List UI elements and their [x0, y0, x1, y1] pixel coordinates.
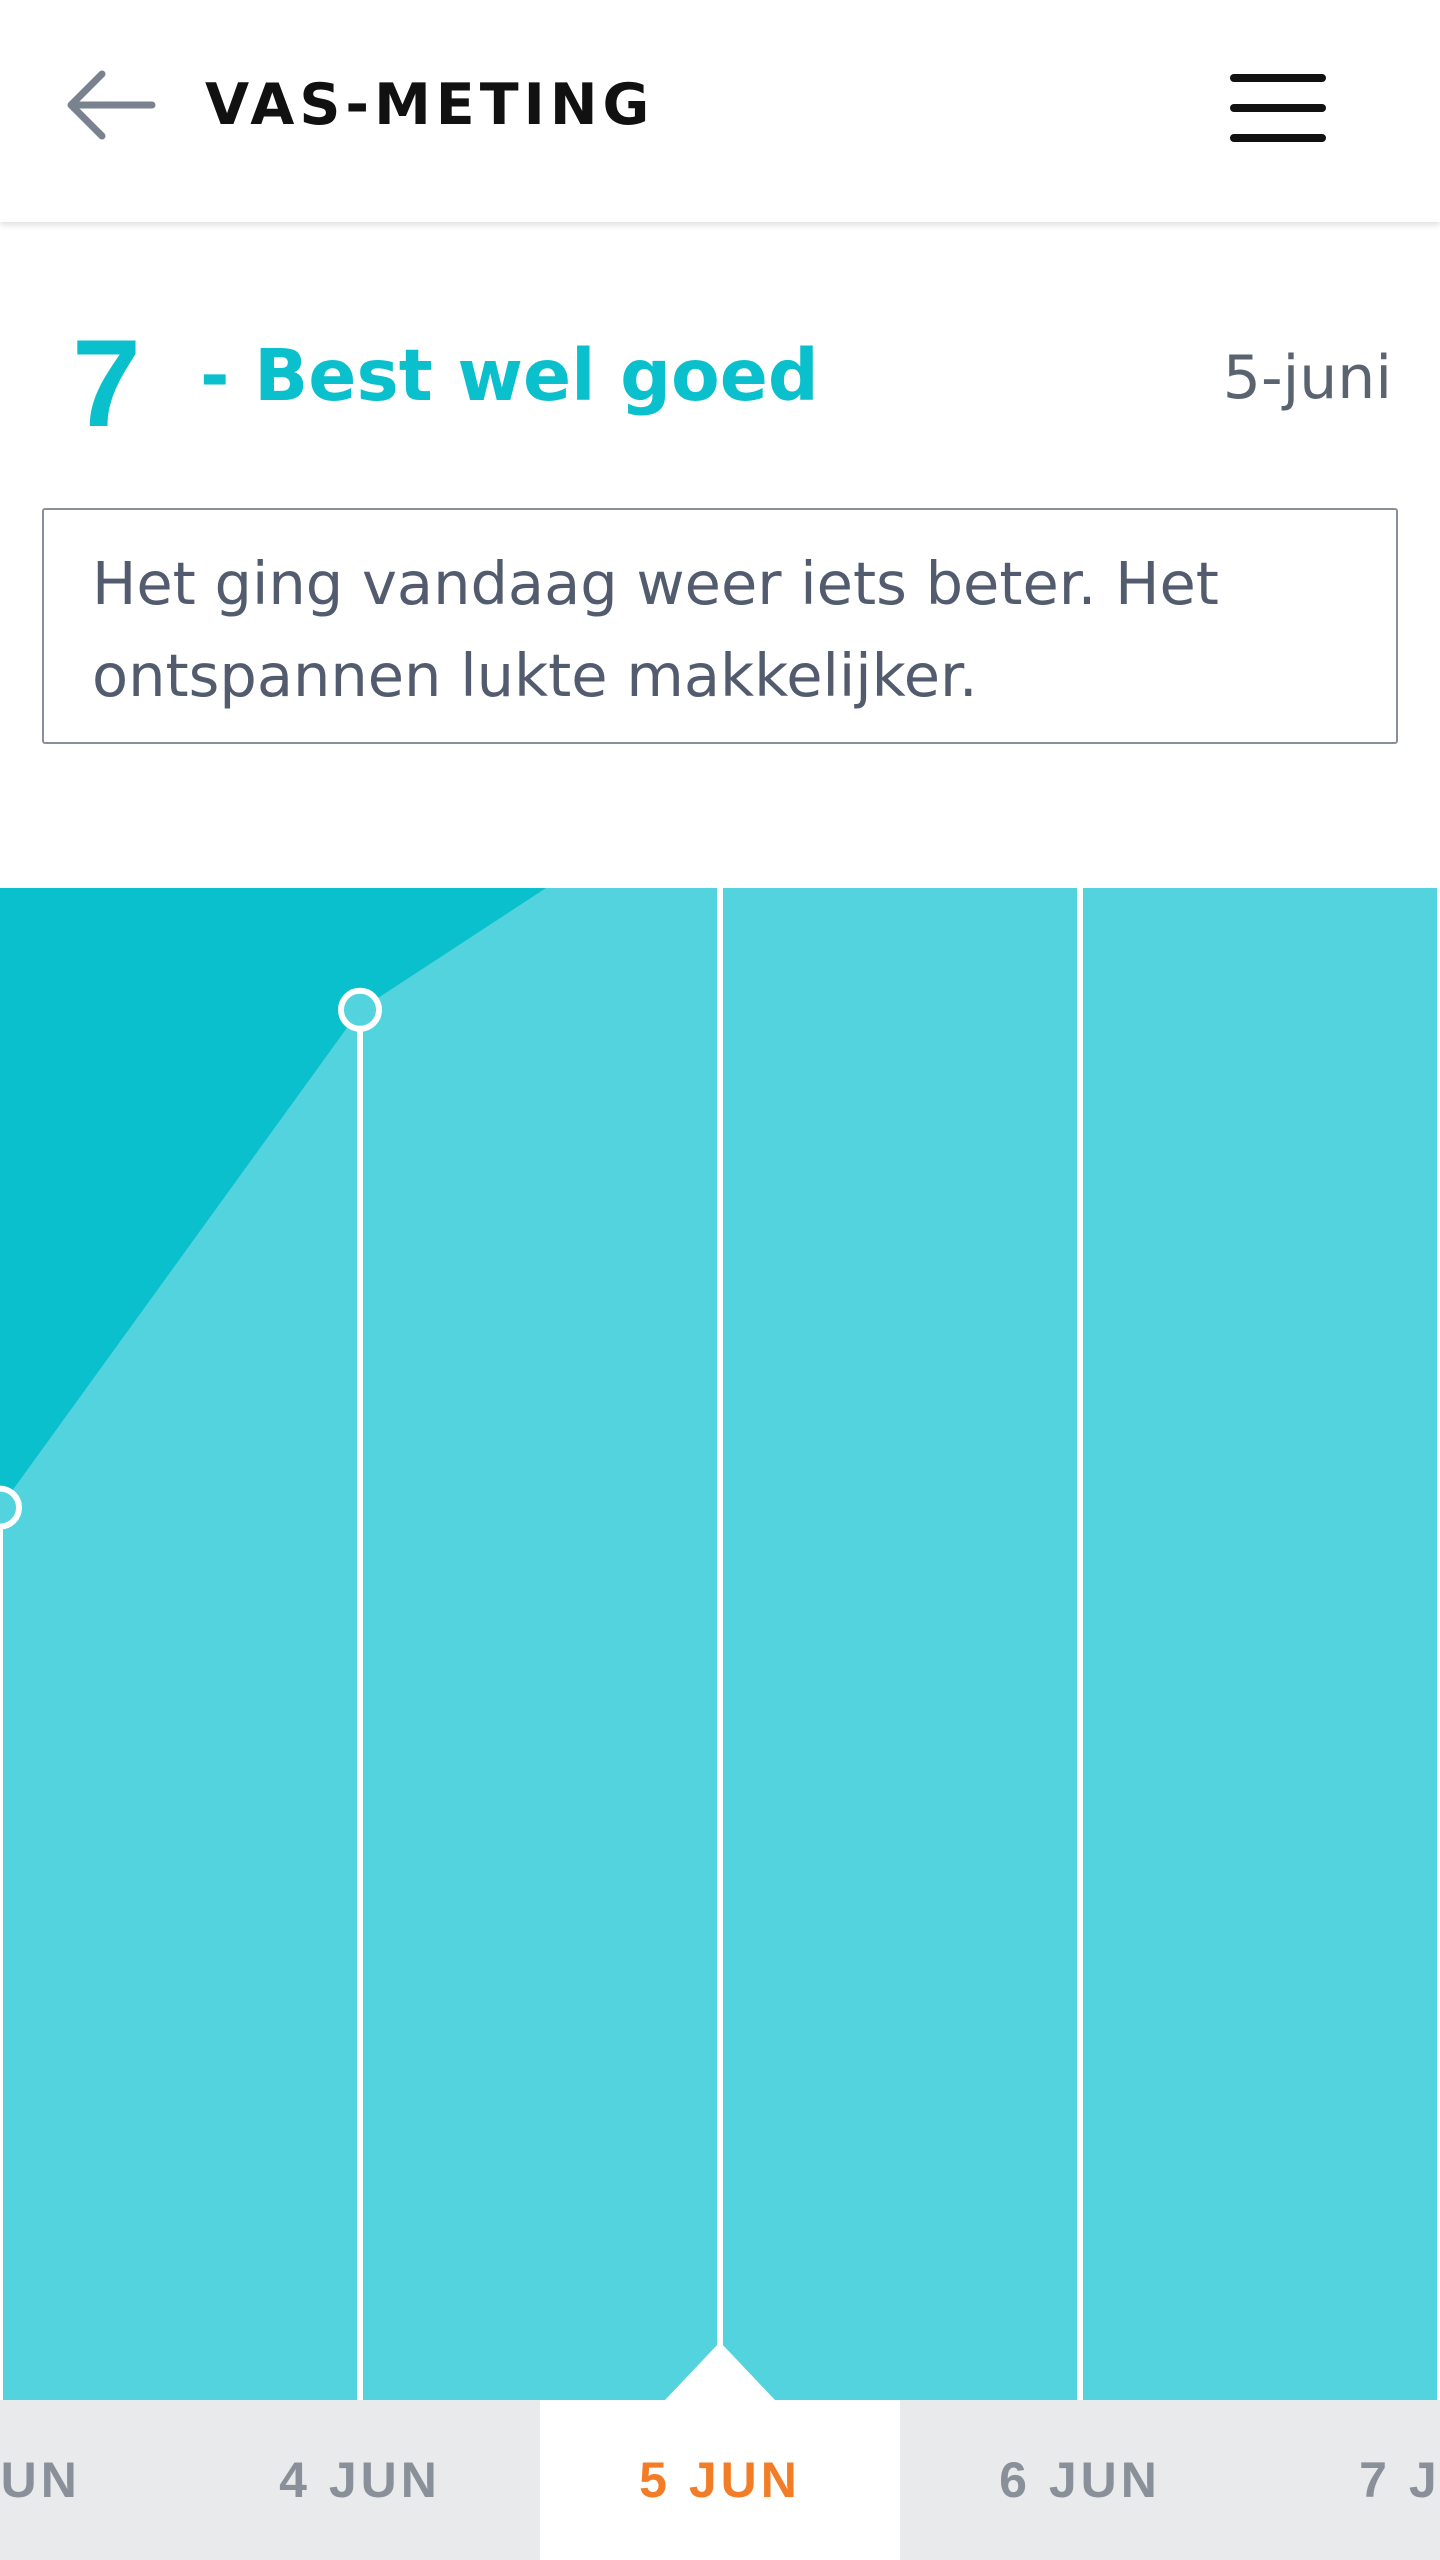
hamburger-menu-icon	[1230, 74, 1326, 142]
chart-svg[interactable]	[0, 888, 1440, 2400]
note-field[interactable]: Het ging vandaag weer iets beter. Het on…	[42, 508, 1398, 744]
date-tab[interactable]: 7 JUN	[1260, 2400, 1440, 2560]
score-date: 5-juni	[1222, 343, 1392, 413]
page-title: VAS-METING	[205, 72, 655, 138]
score-value: 7	[72, 315, 141, 453]
date-selector[interactable]: 3 JUN4 JUN5 JUN6 JUN7 JUN	[0, 2400, 1440, 2560]
date-tab-selected[interactable]: 5 JUN	[540, 2400, 900, 2560]
back-button[interactable]	[62, 66, 158, 144]
date-tab[interactable]: 3 JUN	[0, 2400, 180, 2560]
arrow-left-icon	[67, 70, 156, 140]
menu-button[interactable]	[1222, 66, 1332, 150]
app-header: VAS-METING	[0, 0, 1440, 222]
chart-point	[0, 1485, 22, 1530]
vas-chart[interactable]	[0, 888, 1440, 2400]
chart-point	[338, 987, 382, 1032]
date-tab[interactable]: 6 JUN	[900, 2400, 1260, 2560]
score-label: - Best wel goed	[200, 334, 819, 417]
date-tab[interactable]: 4 JUN	[180, 2400, 540, 2560]
score-summary: 7 - Best wel goed 5-juni	[0, 300, 1440, 460]
